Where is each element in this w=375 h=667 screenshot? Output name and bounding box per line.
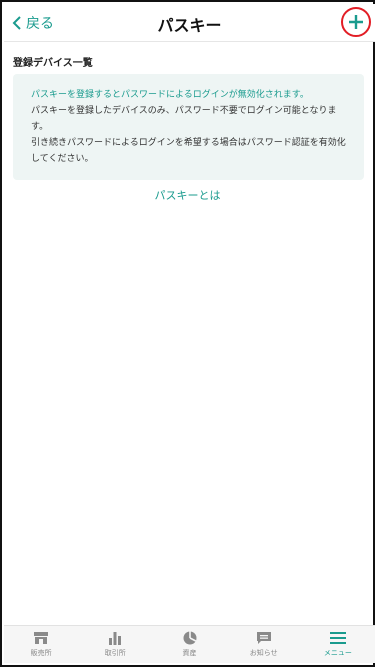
tab-label: 販売所 bbox=[30, 649, 52, 657]
message-icon bbox=[256, 632, 271, 644]
bottom-tab-bar: 販売所 取引所 資産 お知らせ メニュー bbox=[4, 625, 375, 663]
tab-exchange[interactable]: 取引所 bbox=[78, 626, 152, 663]
pie-chart-icon bbox=[183, 631, 196, 645]
tab-store[interactable]: 販売所 bbox=[4, 626, 78, 663]
tab-menu[interactable]: メニュー bbox=[301, 626, 375, 663]
plus-icon bbox=[349, 15, 363, 29]
what-is-passkey-link[interactable]: パスキーとは bbox=[2, 187, 373, 203]
bar-chart-icon bbox=[109, 632, 122, 645]
store-icon bbox=[34, 632, 49, 644]
page-title: パスキー bbox=[157, 16, 222, 35]
nav-header: 戻る パスキー bbox=[4, 4, 375, 42]
tab-news[interactable]: お知らせ bbox=[227, 626, 301, 663]
tab-label: メニュー bbox=[323, 649, 352, 657]
add-passkey-button[interactable] bbox=[341, 7, 371, 37]
notice-line-password: 引き続きパスワードによるログインを希望する場合はパスワード認証を有効化してくださ… bbox=[31, 138, 346, 164]
tab-label: 資産 bbox=[182, 649, 197, 657]
tab-label: お知らせ bbox=[249, 649, 278, 657]
notice-line-warning: パスキーを登録するとパスワードによるログインが無効化されます。 bbox=[31, 90, 309, 100]
menu-icon bbox=[329, 632, 346, 644]
passkey-notice: パスキーを登録するとパスワードによるログインが無効化されます。 パスキーを登録し… bbox=[13, 74, 364, 180]
registered-devices-heading: 登録デバイス一覧 bbox=[13, 58, 93, 69]
tab-assets[interactable]: 資産 bbox=[152, 626, 226, 663]
tab-label: 取引所 bbox=[104, 649, 126, 657]
app-frame: 戻る パスキー 登録デバイス一覧 パスキーを登録するとパスワードによるログインが… bbox=[0, 0, 375, 667]
notice-line-device: パスキーを登録したデバイスのみ、パスワード不要でログイン可能となります。 bbox=[31, 106, 337, 132]
